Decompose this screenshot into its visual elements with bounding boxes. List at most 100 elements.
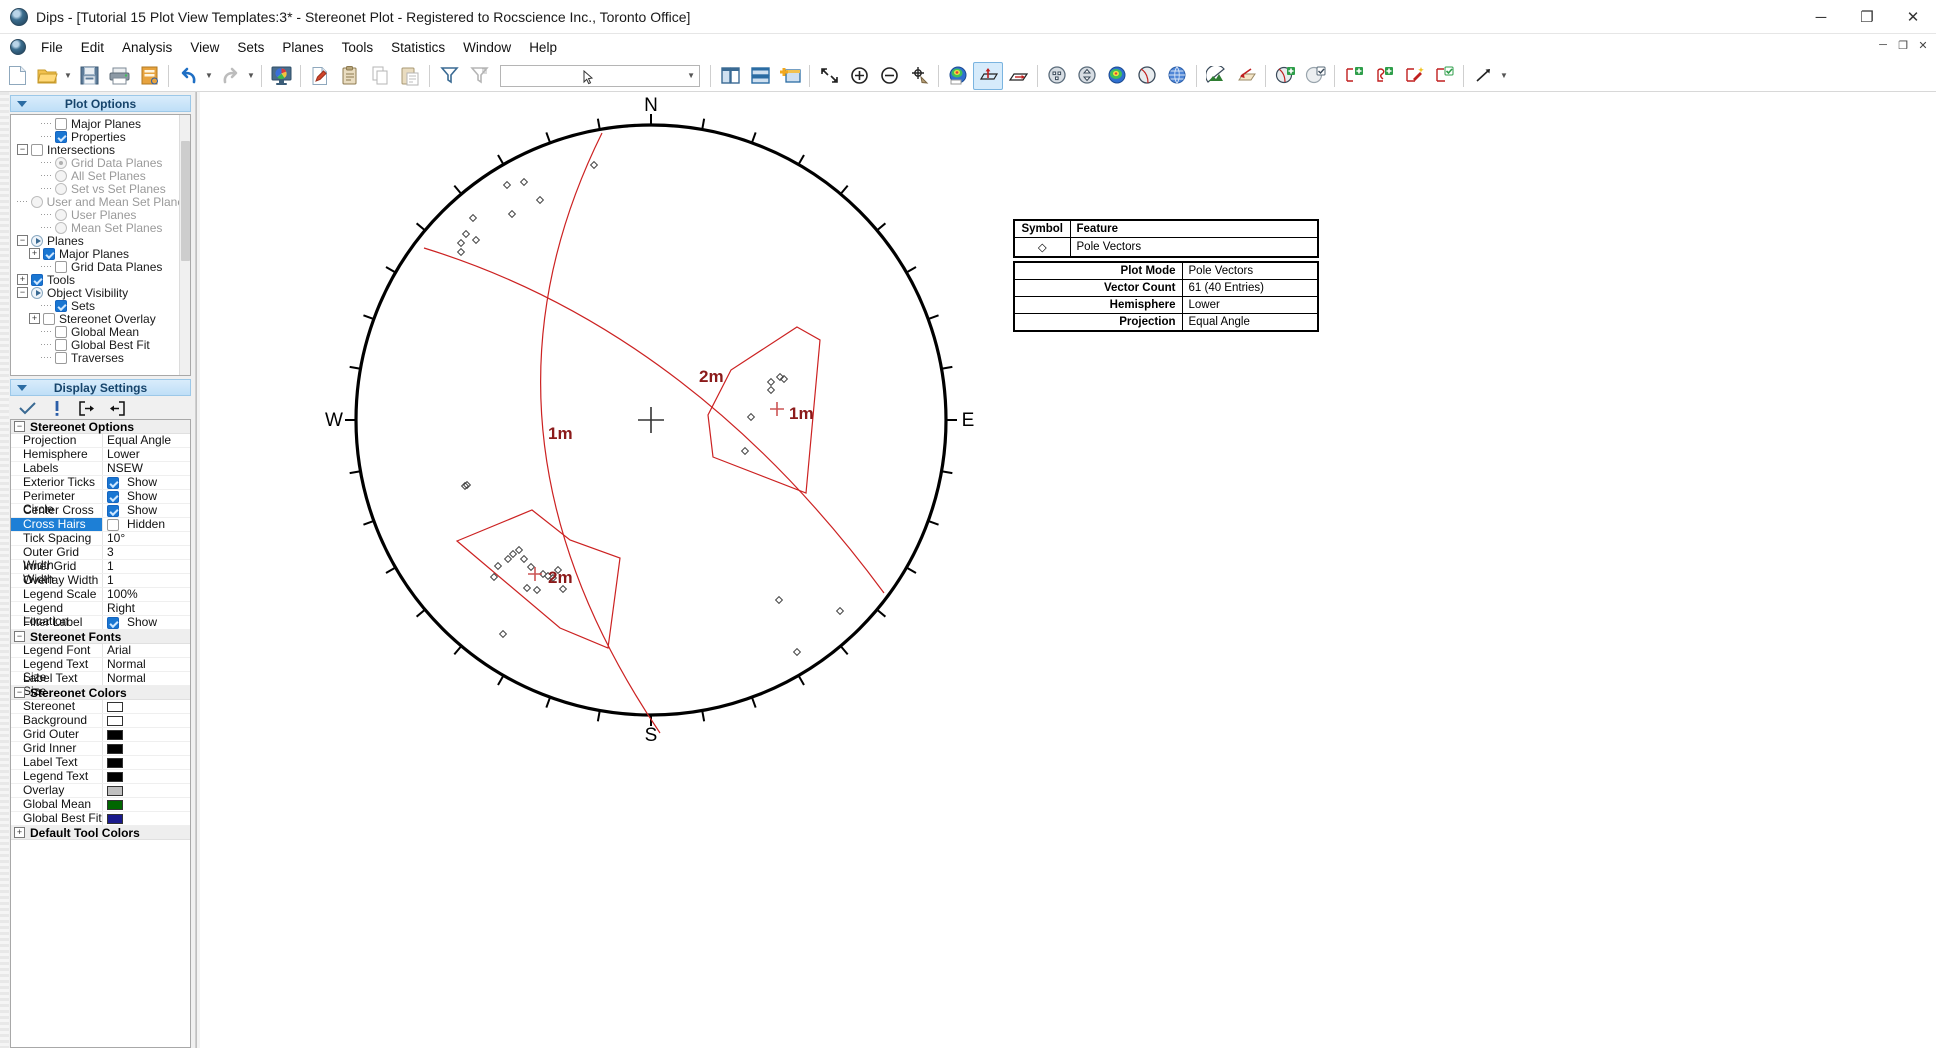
property-value-cell[interactable]: Show: [103, 504, 190, 517]
tree-item-intersections[interactable]: −Intersections: [11, 143, 190, 156]
property-value-cell[interactable]: Show: [103, 476, 190, 489]
add-window-icon[interactable]: [775, 62, 805, 90]
mdi-close-button[interactable]: ✕: [1914, 36, 1932, 54]
tree-radio[interactable]: [55, 170, 67, 182]
property-row-overlay[interactable]: Overlay: [11, 784, 190, 798]
rosette-sphere-icon[interactable]: [1072, 62, 1102, 90]
copy-icon[interactable]: [365, 62, 395, 90]
tree-item-user-and-mean-set-planes[interactable]: User and Mean Set Planes: [11, 195, 190, 208]
property-checkbox[interactable]: [107, 617, 119, 629]
property-row-legend-text-size[interactable]: Legend Text SizeNormal: [11, 658, 190, 672]
tile-horizontal-icon[interactable]: [745, 62, 775, 90]
property-value-cell[interactable]: Normal: [103, 672, 190, 685]
property-value-cell[interactable]: 100%: [103, 588, 190, 601]
color-swatch[interactable]: [107, 772, 123, 782]
clipboard-icon[interactable]: [335, 62, 365, 90]
stereonet-plot-canvas[interactable]: NESW1m2m1m2m Symbol Feature ◇ Pole Vecto…: [196, 92, 1936, 1048]
group-expander-icon[interactable]: −: [14, 687, 25, 698]
pole-vector-axes-icon[interactable]: [973, 62, 1003, 90]
maximize-button[interactable]: ❐: [1844, 0, 1890, 34]
scatter-sphere-icon[interactable]: [1042, 62, 1072, 90]
property-row-labels[interactable]: LabelsNSEW: [11, 462, 190, 476]
group-expander-icon[interactable]: −: [14, 421, 25, 432]
property-row-global-best-fit[interactable]: Global Best Fit: [11, 812, 190, 826]
property-value-cell[interactable]: [103, 700, 190, 713]
tree-checkbox[interactable]: [43, 248, 55, 260]
property-value-cell[interactable]: NSEW: [103, 462, 190, 475]
tree-item-sets[interactable]: Sets: [11, 299, 190, 312]
color-swatch[interactable]: [107, 814, 123, 824]
group-expander-icon[interactable]: +: [14, 827, 25, 838]
property-value-cell[interactable]: [103, 812, 190, 825]
property-value-cell[interactable]: [103, 742, 190, 755]
property-row-legend-text[interactable]: Legend Text: [11, 770, 190, 784]
tree-checkbox[interactable]: [31, 274, 43, 286]
menu-statistics[interactable]: Statistics: [382, 37, 454, 58]
tree-radio[interactable]: [31, 196, 43, 208]
book-icon[interactable]: [134, 62, 164, 90]
property-checkbox[interactable]: [107, 519, 119, 531]
property-checkbox[interactable]: [107, 505, 119, 517]
property-group-default-tool-colors[interactable]: +Default Tool Colors: [11, 826, 190, 840]
open-folder-icon[interactable]: [32, 62, 62, 90]
tree-radio[interactable]: [55, 157, 67, 169]
menu-planes[interactable]: Planes: [273, 37, 332, 58]
property-value-cell[interactable]: Show: [103, 616, 190, 629]
tree-item-planes[interactable]: −Planes: [11, 234, 190, 247]
add-window-region-icon[interactable]: [1339, 62, 1369, 90]
major-planes-sphere-icon[interactable]: [1132, 62, 1162, 90]
export-arrow-icon[interactable]: [78, 399, 96, 417]
property-value-cell[interactable]: 1: [103, 574, 190, 587]
pan-icon[interactable]: [904, 62, 934, 90]
property-row-filter-label[interactable]: Filter LabelShow: [11, 616, 190, 630]
property-value-cell[interactable]: Arial: [103, 644, 190, 657]
menu-window[interactable]: Window: [454, 37, 520, 58]
menu-tools[interactable]: Tools: [333, 37, 383, 58]
tree-item-grid-data-planes[interactable]: Grid Data Planes: [11, 156, 190, 169]
property-value-cell[interactable]: [103, 756, 190, 769]
tree-radio[interactable]: [55, 222, 67, 234]
tree-checkbox[interactable]: [55, 352, 67, 364]
color-swatch[interactable]: [107, 800, 123, 810]
tree-item-stereonet-overlay[interactable]: +Stereonet Overlay: [11, 312, 190, 325]
select-plane-icon[interactable]: [1300, 62, 1330, 90]
tree-checkbox[interactable]: [55, 118, 67, 130]
color-swatch[interactable]: [107, 730, 123, 740]
color-wheel-monitor-icon[interactable]: [266, 62, 296, 90]
menu-view[interactable]: View: [181, 37, 228, 58]
tree-item-object-visibility[interactable]: −Object Visibility: [11, 286, 190, 299]
printer-icon[interactable]: [104, 62, 134, 90]
tree-item-mean-set-planes[interactable]: Mean Set Planes: [11, 221, 190, 234]
menu-file[interactable]: File: [32, 37, 72, 58]
tree-checkbox[interactable]: [55, 261, 67, 273]
color-swatch[interactable]: [107, 716, 123, 726]
property-value-cell[interactable]: [103, 784, 190, 797]
property-row-perimeter-circle[interactable]: Perimeter CircleShow: [11, 490, 190, 504]
new-document-icon[interactable]: [2, 62, 32, 90]
property-row-grid-outer[interactable]: Grid Outer: [11, 728, 190, 742]
tree-item-set-vs-set-planes[interactable]: Set vs Set Planes: [11, 182, 190, 195]
property-row-grid-inner[interactable]: Grid Inner: [11, 742, 190, 756]
property-value-cell[interactable]: Hidden: [103, 518, 190, 531]
plane-arrow-icon[interactable]: [1003, 62, 1033, 90]
property-checkbox[interactable]: [107, 491, 119, 503]
property-row-center-cross[interactable]: Center CrossShow: [11, 504, 190, 518]
menu-edit[interactable]: Edit: [72, 37, 113, 58]
property-value-cell[interactable]: [103, 770, 190, 783]
toolbar-combo[interactable]: ▼: [500, 65, 700, 87]
edit-region-wand-icon[interactable]: [1399, 62, 1429, 90]
close-button[interactable]: ✕: [1890, 0, 1936, 34]
property-value-cell[interactable]: Right: [103, 602, 190, 615]
property-row-outer-grid-width[interactable]: Outer Grid Width3: [11, 546, 190, 560]
property-row-inner-grid-width[interactable]: Inner Grid Width1: [11, 560, 190, 574]
funnel-icon[interactable]: [434, 62, 464, 90]
property-checkbox[interactable]: [107, 477, 119, 489]
group-expander-icon[interactable]: −: [14, 631, 25, 642]
property-value-cell[interactable]: [103, 798, 190, 811]
tree-item-traverses[interactable]: Traverses: [11, 351, 190, 364]
property-row-legend-location[interactable]: Legend LocationRight: [11, 602, 190, 616]
property-group-stereonet-fonts[interactable]: −Stereonet Fonts: [11, 630, 190, 644]
tree-expander-icon[interactable]: +: [29, 248, 40, 259]
globe-icon[interactable]: [1162, 62, 1192, 90]
tree-scrollbar[interactable]: [179, 115, 190, 375]
